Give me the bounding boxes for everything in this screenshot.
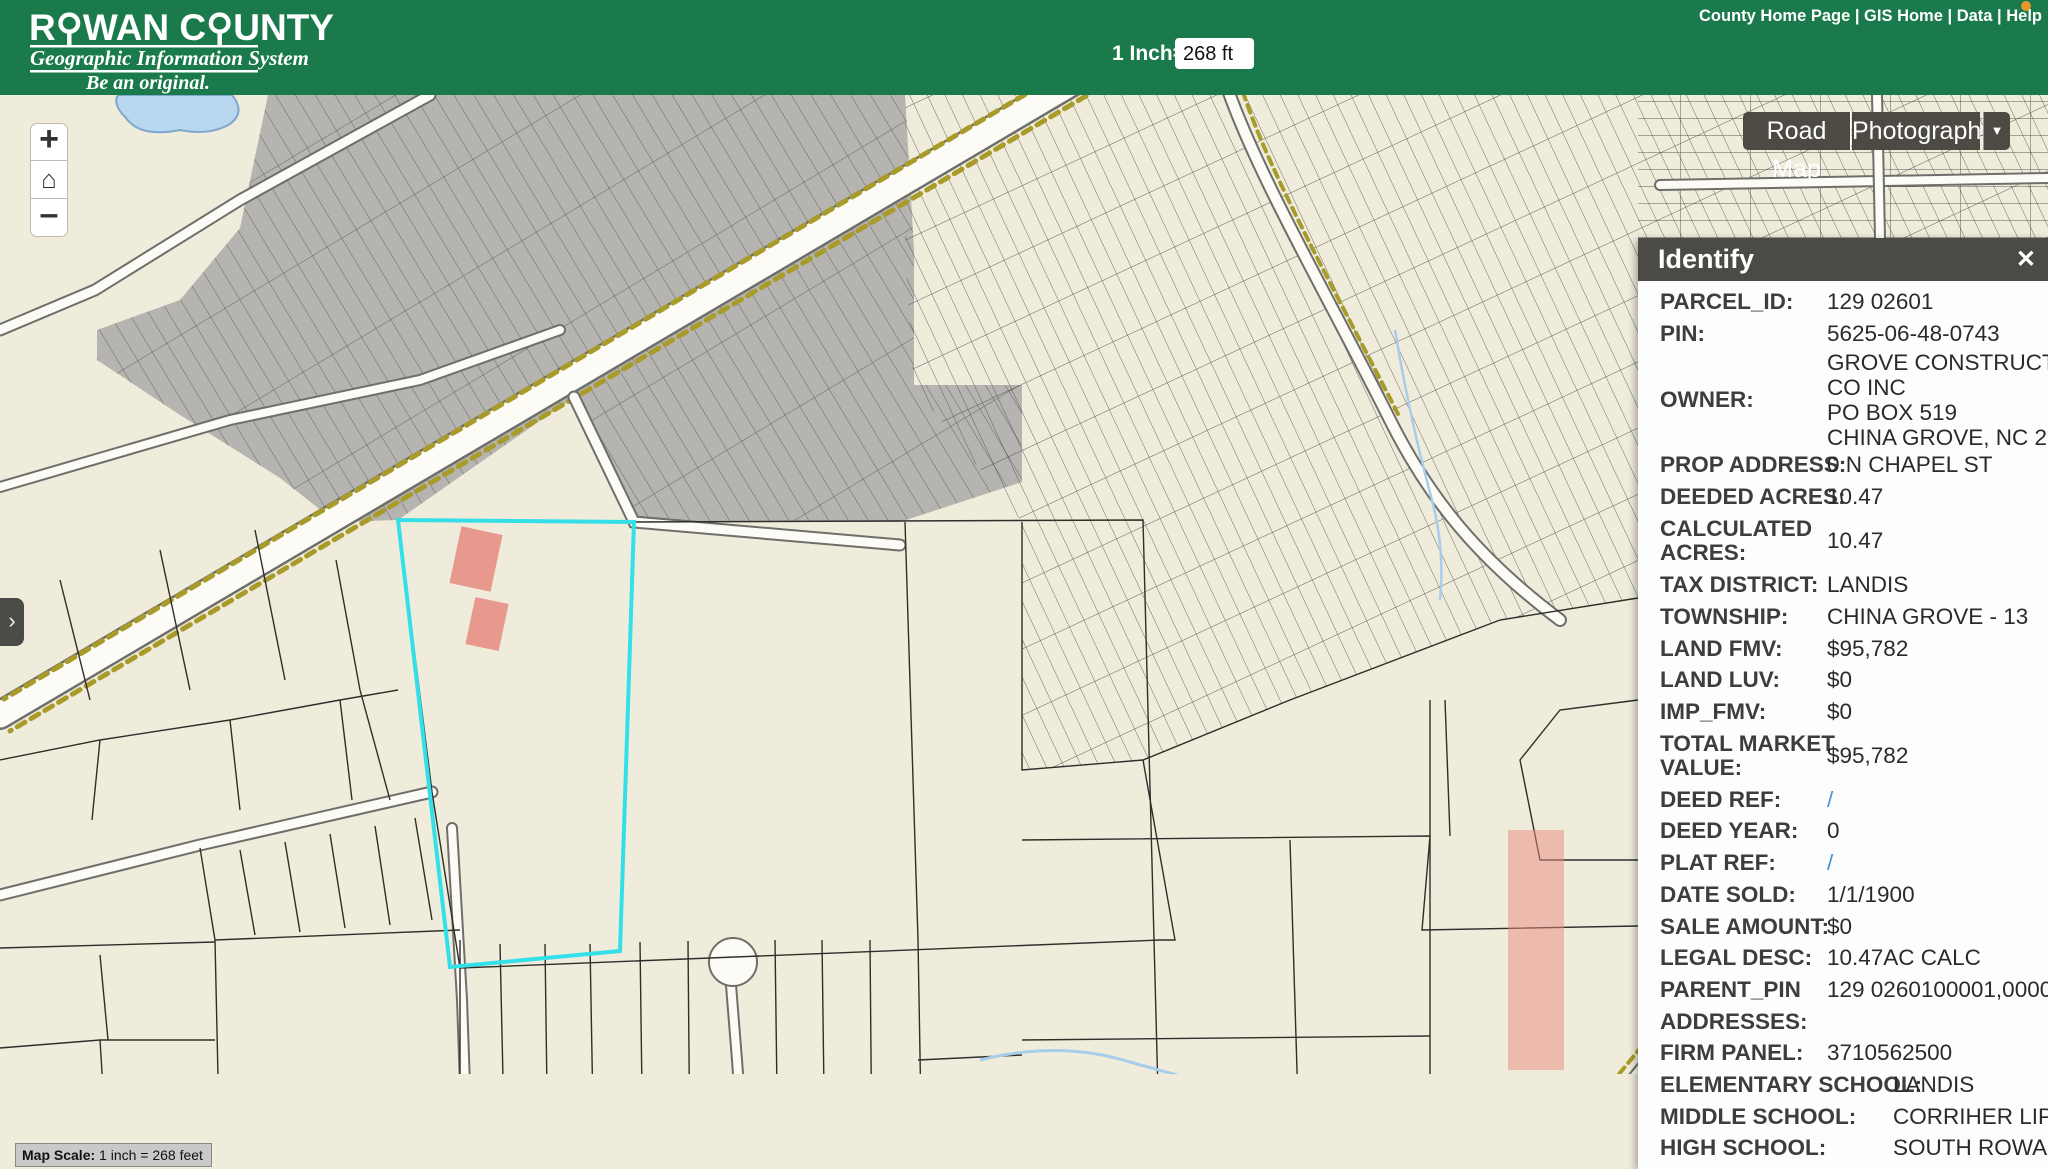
svg-text:R⚲WAN C⚲UNTY: R⚲WAN C⚲UNTY	[29, 7, 334, 48]
svg-text:County Home Page | GIS Home |: County Home Page | GIS Home | Data | Hel…	[1699, 7, 2042, 25]
svg-text:1 Inch=: 1 Inch=	[1112, 42, 1185, 65]
svg-text:268 ft: 268 ft	[1183, 43, 1233, 65]
svg-text:Geographic Information System: Geographic Information System	[30, 46, 309, 70]
svg-text:Be an original.: Be an original.	[85, 72, 210, 94]
